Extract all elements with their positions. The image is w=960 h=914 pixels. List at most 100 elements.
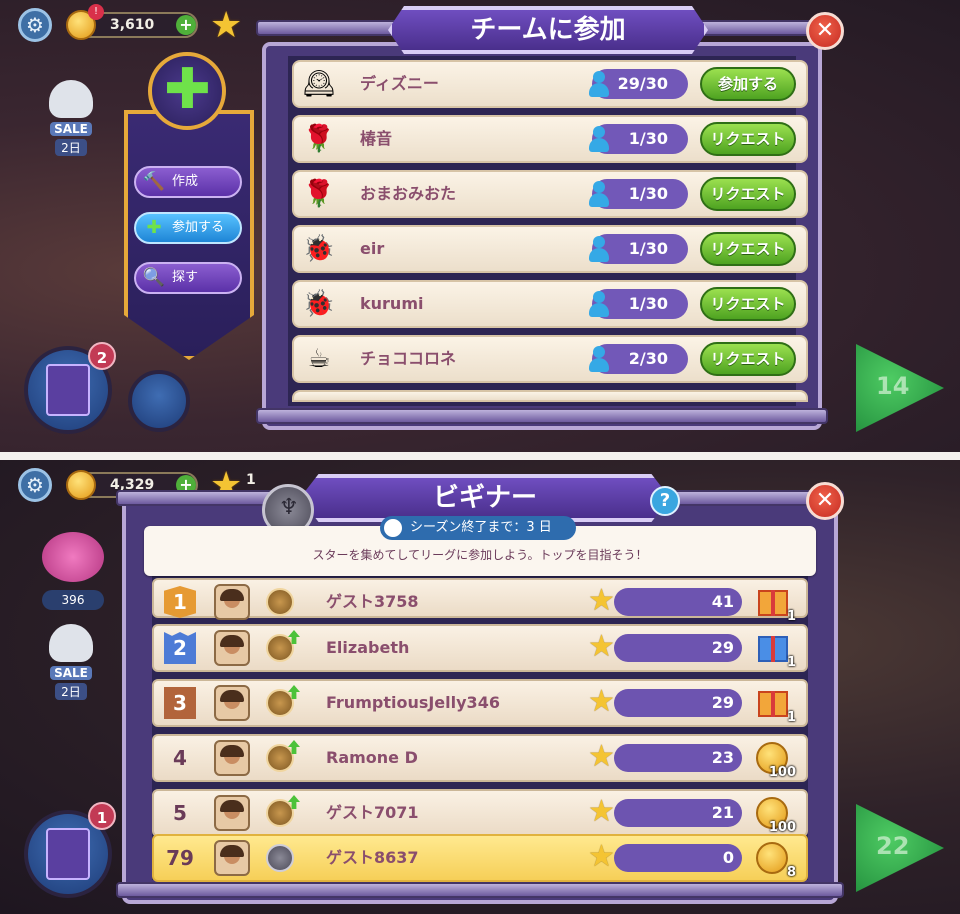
team-row[interactable]: 🐞 kurumi 1/30 リクエスト bbox=[292, 280, 808, 328]
request-button[interactable]: リクエスト bbox=[700, 232, 796, 266]
reward[interactable]: 100 bbox=[754, 795, 796, 835]
member-count-text: 29/30 bbox=[617, 74, 668, 93]
player-name: FrumptiousJelly346 bbox=[326, 693, 500, 712]
avatar bbox=[214, 840, 250, 876]
season-subtitle: スターを集めてしてリーグに参加しよう。トップを目指そう！ bbox=[312, 548, 648, 562]
help-button[interactable]: ? bbox=[650, 486, 680, 516]
hammer-icon: 🔨 bbox=[142, 171, 166, 192]
sale-offer[interactable]: SALE 2日 bbox=[36, 80, 106, 156]
reward[interactable]: 1 bbox=[754, 584, 796, 624]
player-name: ゲスト8637 bbox=[326, 848, 419, 867]
sale-offer[interactable]: SALE 2日 bbox=[36, 624, 106, 700]
gift-reward-icon bbox=[758, 691, 788, 717]
rose-icon: 🌹 bbox=[302, 179, 336, 209]
teacup-icon: ☕ bbox=[307, 344, 331, 374]
search-team-button[interactable]: 🔍 探す bbox=[134, 262, 242, 294]
member-count: 1/30 bbox=[589, 234, 688, 264]
member-count: 2/30 bbox=[589, 344, 688, 374]
reward[interactable]: 1 bbox=[754, 685, 796, 725]
player-name: ゲスト3758 bbox=[326, 592, 419, 611]
request-button[interactable]: リクエスト bbox=[700, 177, 796, 211]
create-team-button[interactable]: 🔨 作成 bbox=[134, 166, 242, 198]
piggy-bank-icon[interactable] bbox=[42, 532, 104, 582]
rank-badge: 5 bbox=[173, 801, 187, 825]
star-score: 21 bbox=[614, 799, 742, 827]
leaderboard-row[interactable]: 3 FrumptiousJelly346 29 ★ 1 bbox=[152, 679, 808, 727]
avatar bbox=[214, 584, 250, 620]
close-button[interactable]: ✕ bbox=[806, 482, 844, 520]
buy-coins-button[interactable]: + bbox=[176, 15, 196, 35]
join-team-screen: ⚙ 3,610 ! + ★ SALE 2日 2 14 ✚ 🔨 作成 ✚ 参加する… bbox=[0, 0, 960, 452]
reward-quantity: 8 bbox=[786, 865, 796, 880]
team-row[interactable]: 🌹 おまおみおた 1/30 リクエスト bbox=[292, 170, 808, 218]
play-level-button[interactable]: 14 bbox=[856, 344, 944, 432]
create-label: 作成 bbox=[172, 174, 199, 189]
notification-badge: ! bbox=[88, 4, 104, 20]
star-score: 23 bbox=[614, 744, 742, 772]
reward-quantity: 1 bbox=[786, 655, 796, 670]
star-icon: ★ bbox=[588, 839, 615, 874]
reward[interactable]: 8 bbox=[754, 840, 796, 880]
reward[interactable]: 1 bbox=[754, 630, 796, 670]
person-icon bbox=[586, 344, 612, 374]
piggy-value: 396 bbox=[61, 593, 85, 607]
star-score: 29 bbox=[614, 689, 742, 717]
league-screen: ⚙ 4,329 + ★ 1 396 SALE 2日 1 22 ビギナー ♆ ? … bbox=[0, 460, 960, 914]
league-medal-icon bbox=[266, 744, 294, 772]
settings-gear-icon[interactable]: ⚙ bbox=[18, 8, 52, 42]
league-medal-icon bbox=[266, 844, 294, 872]
team-row[interactable]: 🐞 eir 1/30 リクエスト bbox=[292, 225, 808, 273]
avatar bbox=[214, 795, 250, 831]
coin-count: 3,610 bbox=[110, 17, 155, 33]
star-icon: ★ bbox=[588, 583, 615, 618]
league-medal-icon bbox=[266, 588, 294, 616]
member-count: 1/30 bbox=[589, 124, 688, 154]
dialog-title: チームに参加 bbox=[388, 6, 708, 54]
gift-reward-icon bbox=[758, 636, 788, 662]
avatar bbox=[214, 685, 250, 721]
team-button[interactable] bbox=[128, 370, 190, 432]
search-label: 探す bbox=[172, 270, 199, 285]
close-button[interactable]: ✕ bbox=[806, 12, 844, 50]
rose-icon: 🌹 bbox=[302, 124, 336, 154]
cuckoo-clock-icon: 🕰 bbox=[302, 69, 336, 99]
team-name: おまおみおた bbox=[360, 184, 457, 203]
member-count: 1/30 bbox=[589, 179, 688, 209]
reward-quantity: 1 bbox=[786, 609, 796, 624]
magnifier-icon: 🔍 bbox=[142, 267, 166, 288]
leaderboard-row-self[interactable]: 79 ゲスト8637 0 ★ 8 bbox=[152, 834, 808, 882]
join-team-button[interactable]: ✚ 参加する bbox=[134, 212, 242, 244]
leaderboard-row[interactable]: 1 ゲスト3758 41 ★ 1 bbox=[152, 578, 808, 624]
person-icon bbox=[586, 234, 612, 264]
reward-quantity: 100 bbox=[768, 820, 796, 835]
reward-quantity: 1 bbox=[786, 710, 796, 725]
team-name: 椿音 bbox=[360, 129, 393, 148]
leaderboard-row[interactable]: 5 ゲスト7071 21 ★ 100 bbox=[152, 789, 808, 837]
player-name: ゲスト7071 bbox=[326, 803, 419, 822]
settings-gear-icon[interactable]: ⚙ bbox=[18, 468, 52, 502]
member-count-text: 1/30 bbox=[628, 294, 668, 313]
member-count: 29/30 bbox=[589, 69, 688, 99]
star-icon: ★ bbox=[588, 629, 615, 664]
rank-badge: 2 bbox=[164, 632, 196, 664]
clock-icon bbox=[382, 517, 404, 539]
level-number: 22 bbox=[876, 832, 910, 860]
team-row[interactable]: 🌹 椿音 1/30 リクエスト bbox=[292, 115, 808, 163]
leaderboard-row[interactable]: 2 Elizabeth 29 ★ 1 bbox=[152, 624, 808, 672]
plus-icon: ✚ bbox=[146, 217, 162, 238]
book-icon bbox=[46, 828, 90, 880]
leaderboard-row[interactable]: 4 Ramone D 23 ★ 100 bbox=[152, 734, 808, 782]
team-row[interactable]: 🕰 ディズニー 29/30 参加する bbox=[292, 60, 808, 108]
request-button[interactable]: リクエスト bbox=[700, 342, 796, 376]
request-button[interactable]: リクエスト bbox=[700, 287, 796, 321]
play-level-button[interactable]: 22 bbox=[856, 804, 944, 892]
team-row[interactable]: ☕ チョココロネ 2/30 リクエスト bbox=[292, 335, 808, 383]
star-icon: ★ bbox=[588, 739, 615, 774]
sale-label: SALE bbox=[50, 122, 92, 136]
ghost-icon bbox=[49, 80, 93, 118]
request-button[interactable]: リクエスト bbox=[700, 122, 796, 156]
reward[interactable]: 100 bbox=[754, 740, 796, 780]
level-number: 14 bbox=[876, 372, 910, 400]
book-icon bbox=[46, 364, 90, 416]
join-button[interactable]: 参加する bbox=[700, 67, 796, 101]
